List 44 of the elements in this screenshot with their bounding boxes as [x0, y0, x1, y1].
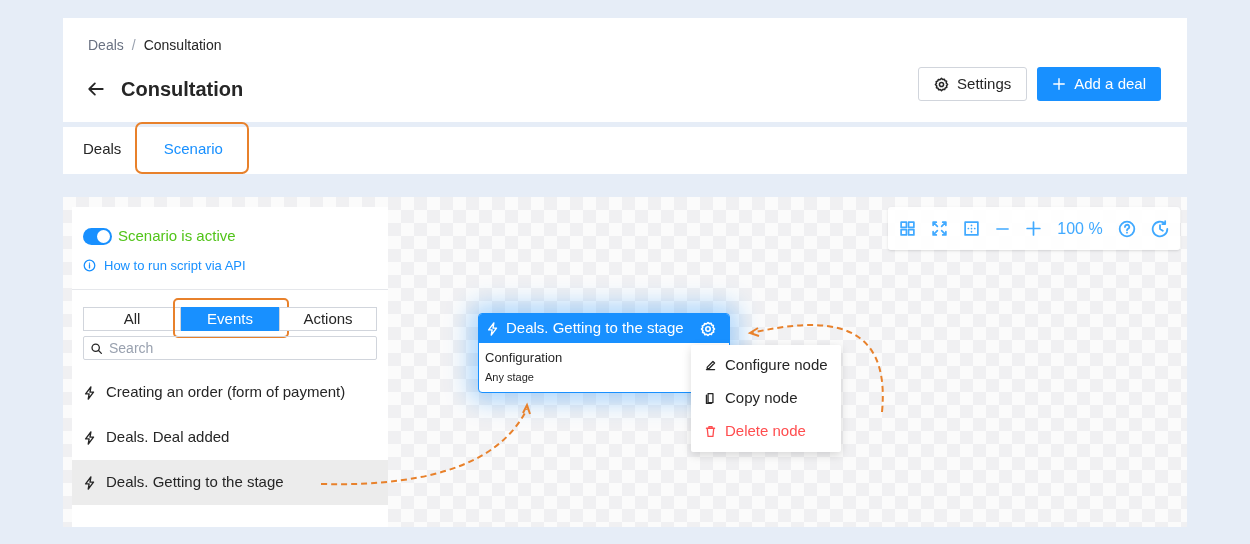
- grid-icon: [899, 220, 917, 237]
- lightning-icon: [486, 321, 500, 336]
- zoom-level: 100 %: [1057, 218, 1103, 239]
- event-item[interactable]: Deals. Getting to the stage: [72, 460, 388, 505]
- pencil-icon: [704, 359, 717, 372]
- copy-icon: [704, 392, 717, 405]
- page-title: Consultation: [121, 77, 244, 102]
- help-icon: [1117, 219, 1136, 238]
- lightning-icon: [83, 385, 97, 400]
- gear-icon: [934, 76, 950, 92]
- expand-icon: [931, 220, 949, 237]
- filter-button[interactable]: Actions: [279, 307, 377, 331]
- config-value: Any stage: [485, 369, 534, 385]
- history-icon: [1150, 219, 1169, 238]
- settings-button[interactable]: Settings: [918, 67, 1028, 101]
- back-arrow-icon: [87, 80, 105, 98]
- lightning-icon: [83, 475, 97, 490]
- lightning-icon: [83, 430, 97, 445]
- plus-icon: [1052, 77, 1067, 91]
- config-label: Configuration: [485, 349, 563, 367]
- info-icon: [83, 258, 96, 272]
- history-button[interactable]: [1150, 219, 1169, 238]
- filter-button[interactable]: All: [83, 307, 181, 331]
- zoom-in-button[interactable]: [1025, 220, 1043, 237]
- trash-icon: [704, 425, 717, 438]
- back-button[interactable]: [87, 80, 105, 98]
- toggle-switch[interactable]: [83, 227, 112, 245]
- zoom-in-icon: [1025, 220, 1043, 237]
- breadcrumb-separator: /: [131, 36, 136, 55]
- node-settings-button[interactable]: [700, 320, 716, 337]
- help-button[interactable]: [1117, 219, 1136, 238]
- expand-button[interactable]: [931, 220, 949, 237]
- node-title: Deals. Getting to the stage: [506, 318, 685, 339]
- search-field[interactable]: Search: [83, 336, 377, 360]
- gear-icon: [700, 320, 716, 337]
- fit-frame-icon: [963, 220, 981, 237]
- breadcrumb-item[interactable]: Deals: [88, 35, 124, 56]
- breadcrumb-item: Consultation: [143, 36, 222, 55]
- zoom-out-icon: [995, 227, 1011, 230]
- fit-frame-button[interactable]: [963, 220, 981, 237]
- search-icon: [90, 342, 103, 355]
- tab[interactable]: Deals: [83, 127, 122, 174]
- grid-button[interactable]: [899, 220, 917, 237]
- status-label: Scenario is active: [118, 226, 236, 246]
